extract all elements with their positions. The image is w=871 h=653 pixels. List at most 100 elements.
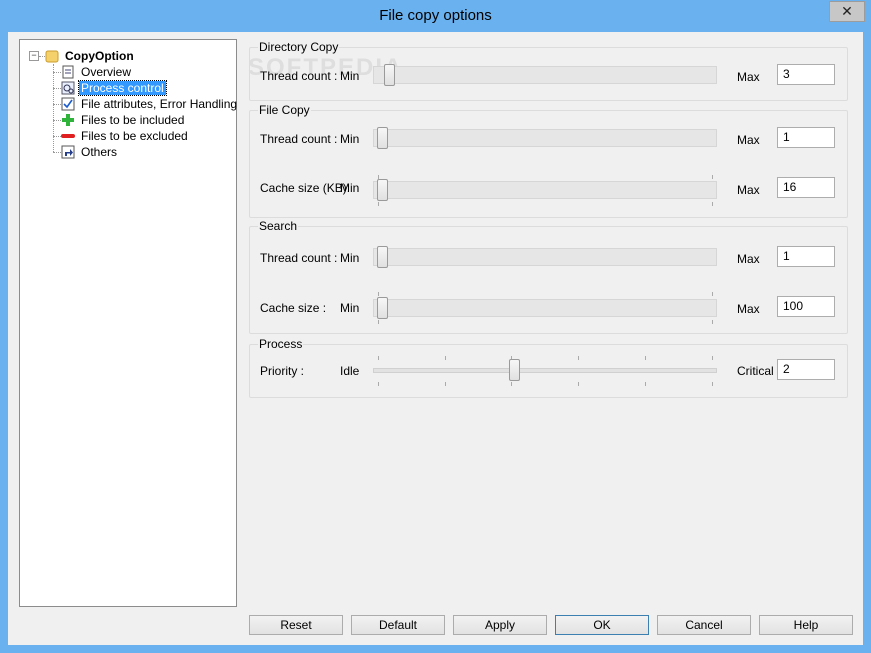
- slider-tick: [712, 356, 713, 360]
- file-thread-count-input[interactable]: 1: [777, 127, 835, 148]
- tree-item-others[interactable]: Others: [61, 144, 119, 160]
- apply-button[interactable]: Apply: [453, 615, 547, 635]
- help-button[interactable]: Help: [759, 615, 853, 635]
- tree-item-label: File attributes, Error Handling: [81, 97, 238, 111]
- search-cache-slider[interactable]: [373, 297, 717, 319]
- priority-label: Priority :: [260, 364, 305, 378]
- search-thread-slider[interactable]: [373, 246, 717, 268]
- tree-item-files-included[interactable]: Files to be included: [61, 112, 186, 128]
- checklist-icon: [61, 97, 75, 111]
- max-label: Max: [737, 302, 760, 316]
- max-label: Max: [737, 252, 760, 266]
- title-bar[interactable]: File copy options ✕: [0, 0, 871, 32]
- group-title: Directory Copy: [258, 40, 340, 54]
- red-minus-icon: [61, 129, 75, 143]
- search-thread-count-input[interactable]: 1: [777, 246, 835, 267]
- reset-button[interactable]: Reset: [249, 615, 343, 635]
- file-cache-slider[interactable]: [373, 179, 717, 201]
- search-cache-size-input[interactable]: 100: [777, 296, 835, 317]
- close-button[interactable]: ✕: [829, 1, 865, 22]
- tree-item-label: Others: [81, 145, 118, 159]
- slider-thumb[interactable]: [509, 359, 520, 381]
- folder-icon: [45, 49, 59, 63]
- tree-connector: [53, 88, 61, 89]
- min-label: Min: [340, 181, 360, 195]
- slider-thumb[interactable]: [377, 297, 388, 319]
- slider-tick: [645, 382, 646, 386]
- tree-item-label: Files to be included: [81, 113, 185, 127]
- thread-count-label: Thread count :: [260, 132, 338, 146]
- search-group: Search: [249, 219, 848, 334]
- tree-connector: [53, 104, 61, 105]
- tree-item-overview[interactable]: Overview: [61, 64, 133, 80]
- thread-count-label: Thread count :: [260, 69, 338, 83]
- tree-item-label: Process control: [78, 80, 167, 96]
- slider-tick: [712, 382, 713, 386]
- tree-item-files-excluded[interactable]: Files to be excluded: [61, 128, 190, 144]
- file-copy-options-window: File copy options ✕ SOFTPEDIA − CopyOpti…: [0, 0, 871, 653]
- slider-tick: [712, 175, 713, 179]
- green-plus-icon: [61, 113, 75, 127]
- tree-item-file-attributes[interactable]: File attributes, Error Handling: [61, 96, 239, 112]
- slider-thumb[interactable]: [377, 246, 388, 268]
- priority-input[interactable]: 2: [777, 359, 835, 380]
- file-copy-group: File Copy: [249, 103, 848, 218]
- file-cache-size-input[interactable]: 16: [777, 177, 835, 198]
- directory-thread-slider[interactable]: [373, 64, 717, 86]
- ok-button[interactable]: OK: [555, 615, 649, 635]
- tree-connector: [53, 136, 61, 137]
- min-label: Min: [340, 69, 360, 83]
- cancel-button[interactable]: Cancel: [657, 615, 751, 635]
- critical-label: Critical: [737, 364, 774, 378]
- default-button[interactable]: Default: [351, 615, 445, 635]
- slider-tick: [445, 382, 446, 386]
- slider-tick: [578, 382, 579, 386]
- max-label: Max: [737, 70, 760, 84]
- file-thread-slider[interactable]: [373, 127, 717, 149]
- cache-size-label: Cache size :: [260, 301, 327, 315]
- slider-thumb[interactable]: [377, 179, 388, 201]
- slider-tick: [378, 202, 379, 206]
- collapse-expander-icon[interactable]: −: [29, 51, 39, 61]
- group-title: Search: [258, 219, 299, 233]
- slider-tick: [645, 356, 646, 360]
- document-icon: [61, 65, 75, 79]
- slider-tick: [378, 320, 379, 324]
- idle-label: Idle: [340, 364, 360, 378]
- slider-tick: [712, 320, 713, 324]
- shortcut-icon: [61, 145, 75, 159]
- slider-thumb[interactable]: [384, 64, 395, 86]
- tree-connector: [53, 120, 61, 121]
- tree-connector: [53, 64, 54, 152]
- thread-count-label: Thread count :: [260, 251, 338, 265]
- group-title: Process: [258, 337, 304, 351]
- tree-connector: [53, 72, 61, 73]
- slider-tick: [445, 356, 446, 360]
- window-title: File copy options: [379, 7, 492, 24]
- tree-root-copyoption[interactable]: CopyOption: [45, 48, 136, 64]
- min-label: Min: [340, 301, 360, 315]
- tree-root-label: CopyOption: [65, 49, 134, 63]
- min-label: Min: [340, 132, 360, 146]
- slider-tick: [511, 382, 512, 386]
- slider-tick: [712, 292, 713, 296]
- tree-connector: [53, 152, 61, 153]
- tree-item-label: Overview: [81, 65, 132, 79]
- slider-tick: [578, 356, 579, 360]
- close-icon: ✕: [841, 3, 853, 19]
- priority-slider[interactable]: [373, 359, 717, 381]
- gears-icon: [61, 81, 75, 95]
- max-label: Max: [737, 133, 760, 147]
- options-tree[interactable]: − CopyOption Overview Process control Fi…: [19, 39, 237, 607]
- group-title: File Copy: [258, 103, 311, 117]
- slider-tick: [378, 292, 379, 296]
- directory-thread-count-input[interactable]: 3: [777, 64, 835, 85]
- slider-tick: [712, 202, 713, 206]
- tree-item-process-control[interactable]: Process control: [61, 80, 167, 96]
- slider-tick: [378, 356, 379, 360]
- min-label: Min: [340, 251, 360, 265]
- max-label: Max: [737, 183, 760, 197]
- tree-item-label: Files to be excluded: [81, 129, 188, 143]
- slider-thumb[interactable]: [377, 127, 388, 149]
- cache-size-label: Cache size (KB):: [260, 181, 351, 195]
